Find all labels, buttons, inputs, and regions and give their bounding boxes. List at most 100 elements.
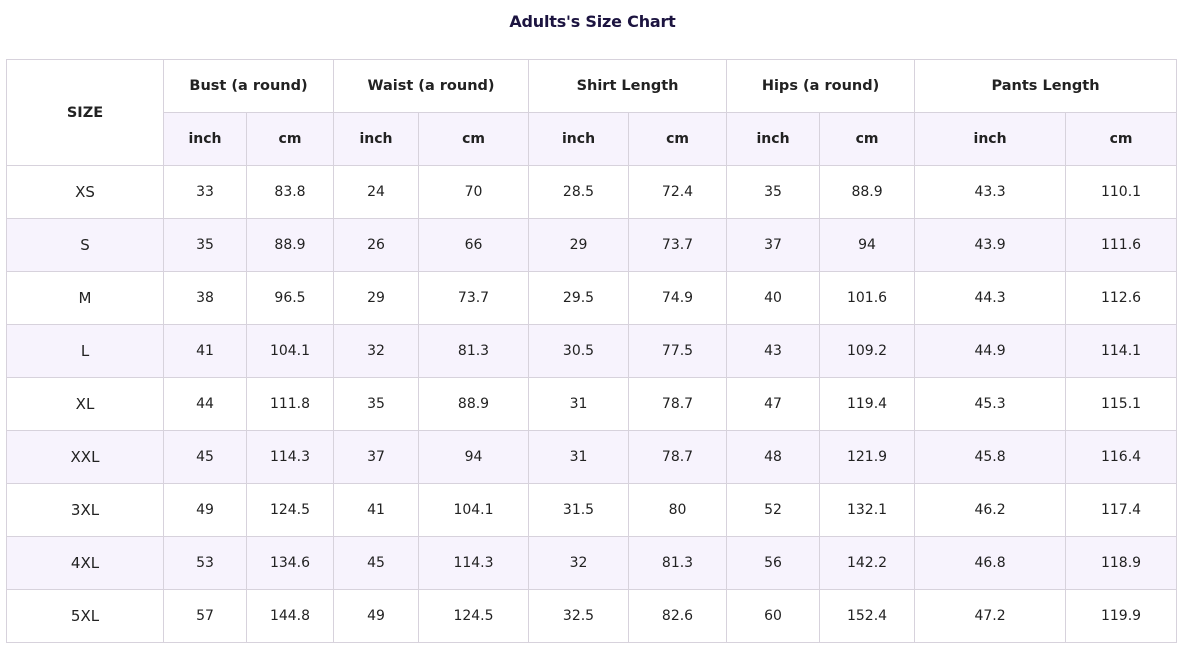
measurement-cell: 114.3 (417, 536, 530, 590)
size-cell: XXL (6, 430, 164, 484)
header-group-row: SIZE Bust (a round) Waist (a round) Shir… (6, 59, 1178, 166)
measurement-cell: 78.7 (628, 377, 728, 431)
measurement-cell: 43.3 (914, 165, 1067, 219)
measurement-cell: 60 (726, 589, 821, 643)
table-row: 5XL 57 144.8 49 124.5 32.5 82.6 60 152.4 47.2 119.… (6, 589, 1178, 643)
measurement-cell: 29 (333, 271, 419, 325)
measurement-cell: 109.2 (819, 324, 916, 378)
measurement-cell: 44.3 (914, 271, 1067, 325)
measurement-cell: 88.9 (819, 165, 916, 219)
measurement-cell: 74.9 (628, 271, 728, 325)
table-row: 4XL 53 134.6 45 114.3 32 81.3 56 142.2 46.8 118.9 (6, 536, 1178, 590)
measurement-cell: 29 (528, 218, 630, 272)
measurement-cell: 96.5 (246, 271, 334, 325)
unit-header: inch (528, 112, 630, 166)
measurement-cell: 44 (163, 377, 247, 431)
measurement-cell: 88.9 (417, 377, 530, 431)
measurement-cell: 70 (417, 165, 530, 219)
measurement-cell: 35 (163, 218, 247, 272)
measurement-cell: 132.1 (819, 483, 916, 537)
measurement-cell: 43.9 (914, 218, 1067, 272)
measurement-cell: 88.9 (246, 218, 334, 272)
measurement-cell: 94 (819, 218, 916, 272)
measurement-cell: 82.6 (628, 589, 728, 643)
size-cell: L (6, 324, 164, 378)
measurement-cell: 111.6 (1065, 218, 1178, 272)
measurement-cell: 117.4 (1065, 483, 1178, 537)
measurement-cell: 45.8 (914, 430, 1067, 484)
measurement-cell: 47 (726, 377, 821, 431)
pants-length-group-header: Pants Length (914, 59, 1178, 113)
measurement-cell: 40 (726, 271, 821, 325)
table-row: S 35 88.9 26 66 29 73.7 37 94 43.9 111.6 (6, 218, 1178, 272)
table-body: XS 33 83.8 24 70 28.5 72.4 35 88.9 43.3 110.1 S 35 88… (6, 165, 1178, 643)
measurement-cell: 72.4 (628, 165, 728, 219)
size-cell: XS (6, 165, 164, 219)
measurement-cell: 112.6 (1065, 271, 1178, 325)
measurement-cell: 32.5 (528, 589, 630, 643)
measurement-cell: 111.8 (246, 377, 334, 431)
measurement-cell: 37 (726, 218, 821, 272)
measurement-cell: 29.5 (528, 271, 630, 325)
measurement-cell: 73.7 (628, 218, 728, 272)
table-row: XXL 45 114.3 37 94 31 78.7 48 121.9 45.8 116.4 (6, 430, 1178, 484)
measurement-cell: 49 (163, 483, 247, 537)
measurement-cell: 77.5 (628, 324, 728, 378)
shirt-length-group-header: Shirt Length (528, 59, 728, 113)
measurement-cell: 26 (333, 218, 419, 272)
table-header: SIZE Bust (a round) Waist (a round) Shir… (6, 59, 1178, 166)
measurement-cell: 48 (726, 430, 821, 484)
measurement-cell: 35 (726, 165, 821, 219)
measurement-cell: 114.1 (1065, 324, 1178, 378)
measurement-cell: 124.5 (246, 483, 334, 537)
size-cell: XL (6, 377, 164, 431)
measurement-cell: 124.5 (417, 589, 530, 643)
measurement-cell: 78.7 (628, 430, 728, 484)
bust-group-header: Bust (a round) (163, 59, 334, 113)
measurement-cell: 144.8 (246, 589, 334, 643)
measurement-cell: 45 (163, 430, 247, 484)
table-row: XS 33 83.8 24 70 28.5 72.4 35 88.9 43.3 110.1 (6, 165, 1178, 219)
measurement-cell: 56 (726, 536, 821, 590)
measurement-cell: 83.8 (246, 165, 334, 219)
measurement-cell: 32 (333, 324, 419, 378)
size-cell: 5XL (6, 589, 164, 643)
measurement-cell: 116.4 (1065, 430, 1178, 484)
unit-header: inch (163, 112, 247, 166)
size-chart-table: SIZE Bust (a round) Waist (a round) Shir… (6, 59, 1178, 643)
unit-header: cm (628, 112, 728, 166)
measurement-cell: 104.1 (246, 324, 334, 378)
measurement-cell: 80 (628, 483, 728, 537)
unit-header: cm (417, 112, 530, 166)
measurement-cell: 81.3 (417, 324, 530, 378)
measurement-cell: 43 (726, 324, 821, 378)
measurement-cell: 30.5 (528, 324, 630, 378)
size-cell: 4XL (6, 536, 164, 590)
page-title: Adults's Size Chart (509, 12, 676, 31)
measurement-cell: 81.3 (628, 536, 728, 590)
measurement-cell: 28.5 (528, 165, 630, 219)
measurement-cell: 94 (417, 430, 530, 484)
measurement-cell: 24 (333, 165, 419, 219)
size-column-header: SIZE (6, 59, 164, 166)
measurement-cell: 104.1 (417, 483, 530, 537)
measurement-cell: 31 (528, 377, 630, 431)
measurement-cell: 35 (333, 377, 419, 431)
measurement-cell: 52 (726, 483, 821, 537)
unit-header: cm (819, 112, 916, 166)
measurement-cell: 101.6 (819, 271, 916, 325)
measurement-cell: 134.6 (246, 536, 334, 590)
table-row: XL 44 111.8 35 88.9 31 78.7 47 119.4 45.3 115.1 (6, 377, 1178, 431)
measurement-cell: 119.9 (1065, 589, 1178, 643)
measurement-cell: 53 (163, 536, 247, 590)
unit-header: cm (1065, 112, 1178, 166)
measurement-cell: 114.3 (246, 430, 334, 484)
measurement-cell: 33 (163, 165, 247, 219)
measurement-cell: 115.1 (1065, 377, 1178, 431)
measurement-cell: 41 (333, 483, 419, 537)
measurement-cell: 152.4 (819, 589, 916, 643)
table-row: 3XL 49 124.5 41 104.1 31.5 80 52 132.1 46.2 117.4 (6, 483, 1178, 537)
measurement-cell: 57 (163, 589, 247, 643)
unit-header: cm (246, 112, 334, 166)
measurement-cell: 41 (163, 324, 247, 378)
